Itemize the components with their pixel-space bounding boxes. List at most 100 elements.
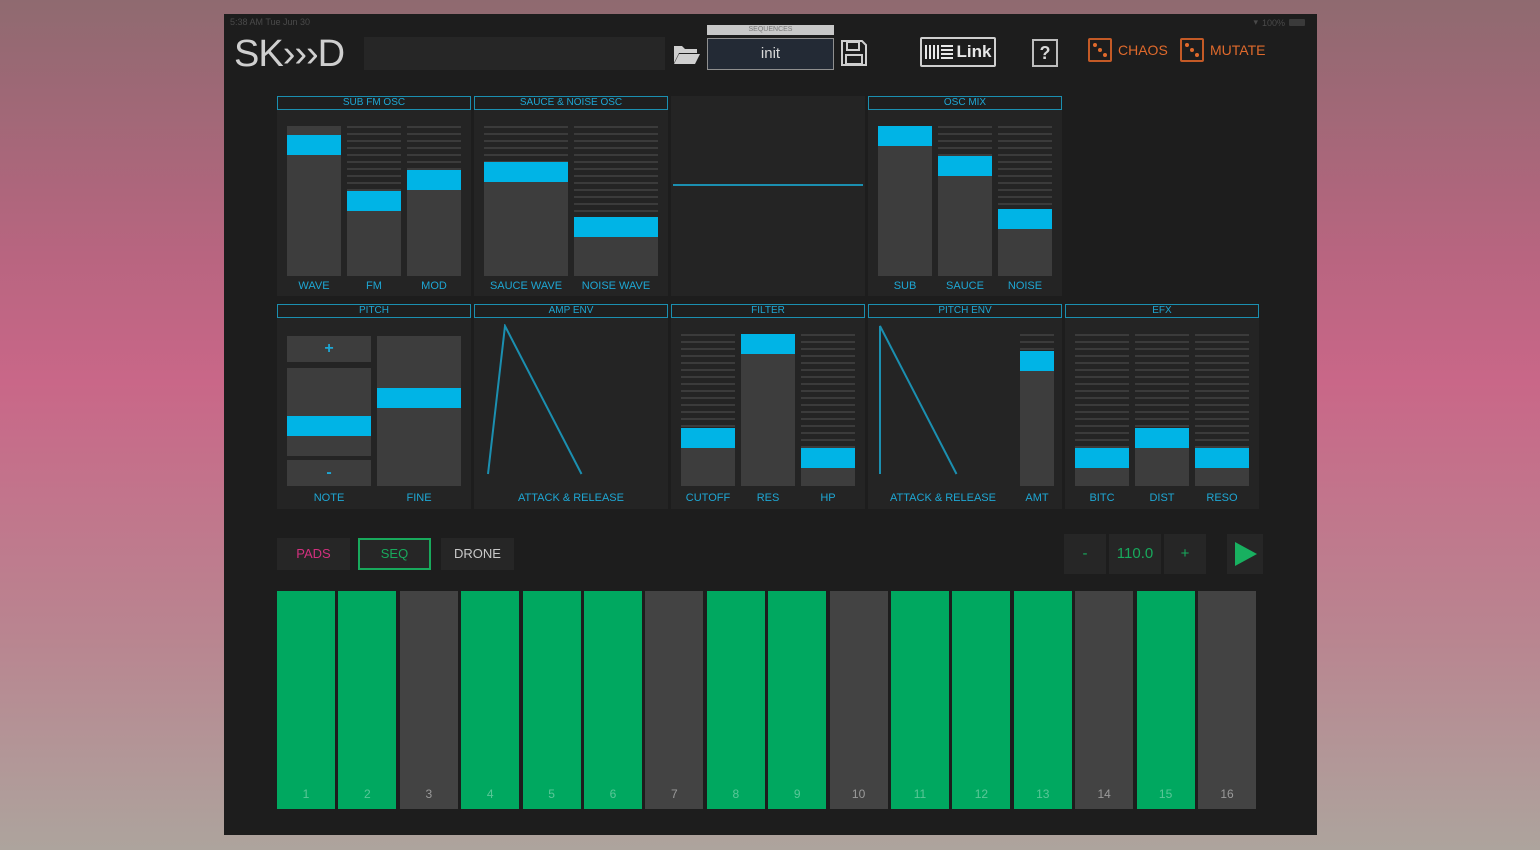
- link-label: Link: [956, 42, 992, 61]
- reso-slider[interactable]: [1195, 334, 1249, 486]
- step-pad-10[interactable]: 10: [829, 591, 888, 809]
- sub-slider-fill: [878, 126, 932, 276]
- hp-slider-handle[interactable]: [801, 448, 855, 468]
- mutate-button[interactable]: MUTATE: [1180, 38, 1265, 62]
- res-slider-fill: [741, 334, 795, 486]
- amt-slider-fill: [1020, 351, 1054, 486]
- sequences-label: SEQUENCES: [707, 25, 834, 35]
- step-pad-8[interactable]: 8: [706, 591, 765, 809]
- step-pad-12[interactable]: 12: [952, 591, 1011, 809]
- noise-slider[interactable]: [998, 126, 1052, 276]
- sub-slider-handle[interactable]: [878, 126, 932, 146]
- step-pad-4[interactable]: 4: [461, 591, 520, 809]
- mode-seq-button[interactable]: SEQ: [358, 538, 431, 570]
- step-pad-1[interactable]: 1: [277, 591, 335, 809]
- note-slider-handle[interactable]: [287, 416, 371, 436]
- noise-wave-label: NOISE WAVE: [581, 280, 651, 292]
- play-button[interactable]: [1227, 534, 1263, 574]
- battery-icon: [1289, 19, 1305, 26]
- bitc-slider[interactable]: [1075, 334, 1129, 486]
- app-window: 5:38 AM Tue Jun 30 ▾ 100% SK›››D SEQUENC…: [224, 14, 1317, 835]
- tempo-value[interactable]: 110.0: [1109, 534, 1161, 574]
- noise-wave-slider-handle[interactable]: [574, 217, 658, 237]
- fine-slider[interactable]: [377, 336, 461, 486]
- step-pad-3[interactable]: 3: [399, 591, 458, 809]
- wave-slider[interactable]: [287, 126, 341, 276]
- step-pad-6[interactable]: 6: [584, 591, 642, 809]
- step-pad-9[interactable]: 9: [768, 591, 827, 809]
- sequence-name-field[interactable]: init: [707, 38, 834, 70]
- amp-envelope-line: [487, 324, 583, 475]
- step-pad-13[interactable]: 13: [1013, 591, 1072, 809]
- sub-slider[interactable]: [878, 126, 932, 276]
- hp-label: HP: [820, 492, 836, 504]
- app-logo: SK›››D: [234, 33, 345, 75]
- preset-name-field[interactable]: [364, 37, 665, 70]
- mode-pads-button[interactable]: PADS: [277, 538, 350, 570]
- amt-slider[interactable]: [1020, 334, 1054, 486]
- step-pad-16[interactable]: 16: [1198, 591, 1256, 809]
- step-pad-7[interactable]: 7: [645, 591, 704, 809]
- panel-title: PITCH: [277, 304, 471, 318]
- sauce-wave-label: SAUCE WAVE: [489, 280, 563, 292]
- note-down-button[interactable]: -: [287, 460, 371, 486]
- fm-slider[interactable]: [347, 126, 401, 276]
- save-icon[interactable]: [840, 39, 868, 67]
- noise-wave-slider[interactable]: [574, 126, 658, 276]
- amt-slider-handle[interactable]: [1020, 351, 1054, 371]
- noise-label: NOISE: [1007, 280, 1043, 292]
- dist-slider-handle[interactable]: [1135, 428, 1189, 448]
- step-pad-11[interactable]: 11: [891, 591, 949, 809]
- tempo-decrease-button[interactable]: -: [1064, 534, 1106, 574]
- bitc-slider-handle[interactable]: [1075, 448, 1129, 468]
- mod-slider-handle[interactable]: [407, 170, 461, 190]
- res-slider[interactable]: [741, 334, 795, 486]
- sauce-wave-slider-handle[interactable]: [484, 162, 568, 182]
- dice-icon: [1088, 38, 1112, 62]
- res-slider-handle[interactable]: [741, 334, 795, 354]
- ableton-link-button[interactable]: Link: [920, 37, 996, 67]
- fine-label: FINE: [406, 492, 432, 504]
- step-pad-5[interactable]: 5: [522, 591, 581, 809]
- amp-envelope-graph[interactable]: [474, 324, 668, 489]
- fine-slider-handle[interactable]: [377, 388, 461, 408]
- pitch-envelope-graph[interactable]: [868, 324, 1018, 489]
- cutoff-slider[interactable]: [681, 334, 735, 486]
- wave-slider-handle[interactable]: [287, 135, 341, 155]
- panel-waveform-display: [671, 96, 865, 296]
- step-pad-2[interactable]: 2: [338, 591, 397, 809]
- waveform-line: [673, 184, 863, 186]
- mod-label: MOD: [421, 280, 447, 292]
- panel-title: EFX: [1065, 304, 1259, 318]
- wave-slider-fill: [287, 135, 341, 276]
- note-up-button[interactable]: +: [287, 336, 371, 362]
- mutate-label: MUTATE: [1210, 42, 1266, 58]
- note-slider[interactable]: [287, 368, 371, 456]
- dist-slider[interactable]: [1135, 334, 1189, 486]
- sauce-slider[interactable]: [938, 126, 992, 276]
- sauce-slider-handle[interactable]: [938, 156, 992, 176]
- step-pad-14[interactable]: 14: [1075, 591, 1134, 809]
- fm-slider-handle[interactable]: [347, 191, 401, 211]
- pitch-env-label: ATTACK & RELEASE: [890, 492, 996, 504]
- panel-osc-mix: OSC MIX SUB SAUCE NOISE: [868, 96, 1062, 296]
- help-button[interactable]: ?: [1032, 39, 1058, 67]
- hp-slider[interactable]: [801, 334, 855, 486]
- tempo-increase-button[interactable]: +: [1164, 534, 1206, 574]
- cutoff-slider-handle[interactable]: [681, 428, 735, 448]
- noise-slider-handle[interactable]: [998, 209, 1052, 229]
- chaos-button[interactable]: CHAOS: [1088, 38, 1168, 62]
- panel-filter: FILTER CUTOFF RES HP: [671, 304, 865, 509]
- panel-title: SUB FM OSC: [277, 96, 471, 110]
- sauce-wave-slider[interactable]: [484, 126, 568, 276]
- mod-slider[interactable]: [407, 126, 461, 276]
- mode-drone-button[interactable]: DRONE: [441, 538, 514, 570]
- folder-open-icon[interactable]: [672, 42, 702, 66]
- pitch-envelope-line: [879, 325, 958, 475]
- reso-slider-handle[interactable]: [1195, 448, 1249, 468]
- amt-label: AMT: [1025, 492, 1049, 504]
- dice-icon: [1180, 38, 1204, 62]
- panel-amp-env[interactable]: AMP ENV ATTACK & RELEASE: [474, 304, 668, 509]
- wifi-icon: ▾: [1253, 17, 1258, 27]
- step-pad-15[interactable]: 15: [1136, 591, 1195, 809]
